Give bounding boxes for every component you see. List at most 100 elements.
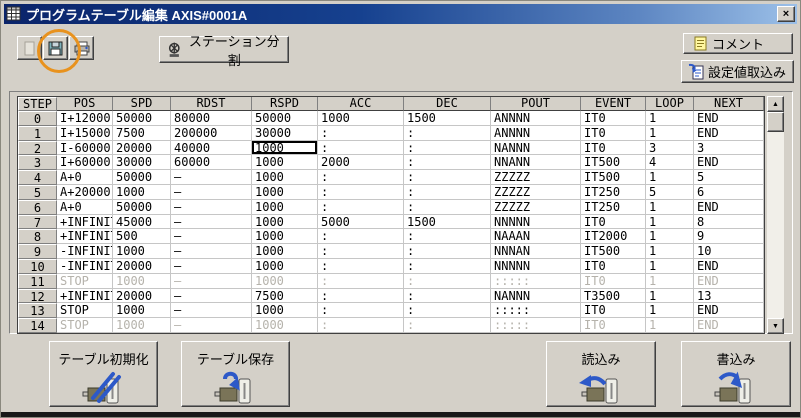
grid-cell[interactable]: 1 [646,259,694,274]
grid-cell[interactable]: : [318,259,404,274]
grid-cell[interactable]: 1 [646,111,694,126]
grid-cell[interactable]: – [171,318,252,333]
grid-cell[interactable]: 30000 [252,126,318,141]
grid-cell[interactable]: 1000 [252,200,318,215]
grid-cell[interactable]: ANNNN [491,111,581,126]
grid-cell[interactable]: – [171,200,252,215]
read-button[interactable]: 読込み [546,341,656,407]
grid-cell[interactable]: END [694,318,764,333]
grid-cell[interactable]: 5000 [318,215,404,230]
grid-cell[interactable]: STOP [57,303,113,318]
grid-cell[interactable]: -INFINITY [57,244,113,259]
grid-cell[interactable]: : [318,289,404,304]
grid-cell[interactable]: 13 [694,289,764,304]
grid-cell[interactable]: IT0 [581,274,646,289]
grid-cell[interactable]: ZZZZZ [491,185,581,200]
grid-cell[interactable]: – [171,170,252,185]
grid-cell[interactable]: 1 [646,126,694,141]
step-row-header[interactable]: 11 [18,274,57,289]
grid-cell[interactable]: 1500 [404,215,491,230]
grid-cell[interactable]: : [318,244,404,259]
grid-cell[interactable]: 1000 [113,185,171,200]
grid-cell[interactable]: 1 [646,170,694,185]
grid-cell[interactable]: END [694,200,764,215]
grid-cell[interactable]: 1 [646,274,694,289]
grid-cell[interactable]: : [404,200,491,215]
scroll-down-button[interactable]: ▼ [767,318,784,334]
grid-cell[interactable]: 1000 [252,259,318,274]
grid-cell[interactable]: 30000 [113,155,171,170]
grid-cell[interactable]: 10 [694,244,764,259]
grid-cell[interactable]: : [318,141,404,156]
grid-cell[interactable]: 1000 [318,111,404,126]
grid-cell[interactable]: 7500 [252,289,318,304]
grid-cell[interactable]: : [318,185,404,200]
scrollbar-thumb[interactable] [767,112,784,132]
grid-cell[interactable]: : [318,274,404,289]
grid-cell[interactable]: : [404,259,491,274]
grid-cell[interactable]: ::::: [491,303,581,318]
grid-cell[interactable]: – [171,303,252,318]
grid-cell[interactable]: 60000 [171,155,252,170]
grid-cell[interactable]: NANNN [491,289,581,304]
grid-cell[interactable]: T3500 [581,289,646,304]
grid-cell[interactable]: 2000 [318,155,404,170]
comment-button[interactable]: コメント [683,33,793,54]
save-button[interactable] [43,36,68,60]
grid-cell[interactable]: 3 [694,141,764,156]
grid-cell[interactable]: IT500 [581,170,646,185]
grid-cell[interactable]: : [318,318,404,333]
grid-cell[interactable]: I-60000 [57,141,113,156]
grid-cell[interactable]: A+20000 [57,185,113,200]
grid-cell[interactable]: 1000 [113,244,171,259]
grid-cell[interactable]: : [404,318,491,333]
grid-cell[interactable]: : [404,274,491,289]
grid-cell[interactable]: 1 [646,289,694,304]
table-save-button[interactable]: テーブル保存 [181,341,290,407]
grid-cell[interactable]: : [404,303,491,318]
grid-cell[interactable]: – [171,274,252,289]
grid-cell[interactable]: 50000 [113,200,171,215]
grid-cell[interactable]: 1000 [252,185,318,200]
grid-cell[interactable]: NNNAN [491,244,581,259]
step-row-header[interactable]: 3 [18,155,57,170]
grid-cell[interactable]: : [404,155,491,170]
grid-cell[interactable]: I+12000 [57,111,113,126]
grid-cell[interactable]: +INFINITY [57,215,113,230]
grid-cell[interactable]: IT250 [581,185,646,200]
grid-cell[interactable]: 1 [646,244,694,259]
import-settings-button[interactable]: 設定値取込み [681,60,794,83]
grid-cell[interactable]: END [694,111,764,126]
grid-cell[interactable]: 20000 [113,259,171,274]
grid-cell[interactable]: ZZZZZ [491,200,581,215]
grid-cell[interactable]: IT0 [581,318,646,333]
grid-cell[interactable]: : [404,244,491,259]
grid-cell[interactable]: : [318,303,404,318]
grid-cell[interactable]: 1 [646,303,694,318]
grid-cell[interactable]: END [694,126,764,141]
write-button[interactable]: 書込み [681,341,791,407]
grid-cell[interactable]: 1000 [113,318,171,333]
grid-cell[interactable]: IT500 [581,244,646,259]
grid-cell[interactable]: 6 [694,185,764,200]
grid-cell[interactable]: – [171,259,252,274]
grid-cell[interactable]: 1000 [252,318,318,333]
grid-cell[interactable]: 8 [694,215,764,230]
grid-cell[interactable]: NANNN [491,141,581,156]
grid-cell[interactable]: 45000 [113,215,171,230]
grid-cell[interactable]: END [694,155,764,170]
grid-cell[interactable]: IT2000 [581,229,646,244]
grid-cell[interactable]: 500 [113,229,171,244]
grid-cell[interactable]: – [171,244,252,259]
grid-cell[interactable]: +INFINITY [57,229,113,244]
grid-cell[interactable]: -INFINITY [57,259,113,274]
scroll-up-button[interactable]: ▲ [767,96,784,112]
grid-cell[interactable]: 1000 [252,141,318,156]
grid-cell[interactable]: 5 [694,170,764,185]
grid-cell[interactable]: 1000 [252,155,318,170]
new-button[interactable] [17,36,42,60]
grid-cell[interactable]: IT0 [581,259,646,274]
grid-cell[interactable]: STOP [57,274,113,289]
step-row-header[interactable]: 1 [18,126,57,141]
grid-cell[interactable]: – [171,229,252,244]
